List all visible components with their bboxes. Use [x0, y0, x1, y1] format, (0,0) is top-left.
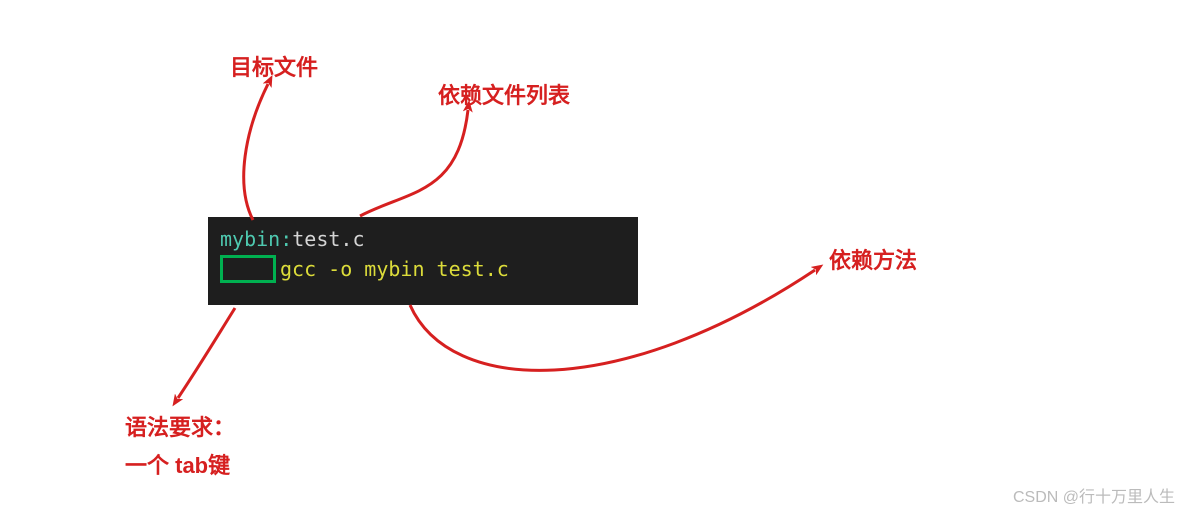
label-syntax-req-2: 一个 tab键 [125, 448, 230, 480]
terminal-target-text: mybin: [220, 227, 292, 251]
terminal-deps-text: test.c [292, 227, 364, 251]
watermark-text: CSDN @行十万里人生 [1013, 483, 1175, 507]
terminal-line-2: gcc -o mybin test.c [220, 255, 626, 283]
arrow-dependency-list [360, 110, 468, 216]
arrow-target-file [244, 84, 268, 220]
label-dependency-list: 依赖文件列表 [438, 78, 570, 110]
tab-indicator-box [220, 255, 276, 283]
terminal-code-block: mybin:test.c gcc -o mybin test.c [208, 217, 638, 305]
terminal-command-text: gcc -o mybin test.c [280, 255, 509, 283]
label-dependency-method: 依赖方法 [829, 243, 917, 275]
terminal-line-1: mybin:test.c [220, 225, 626, 253]
label-syntax-req-1: 语法要求： [125, 410, 235, 442]
label-target-file: 目标文件 [230, 50, 318, 82]
arrow-syntax-req [178, 308, 235, 398]
